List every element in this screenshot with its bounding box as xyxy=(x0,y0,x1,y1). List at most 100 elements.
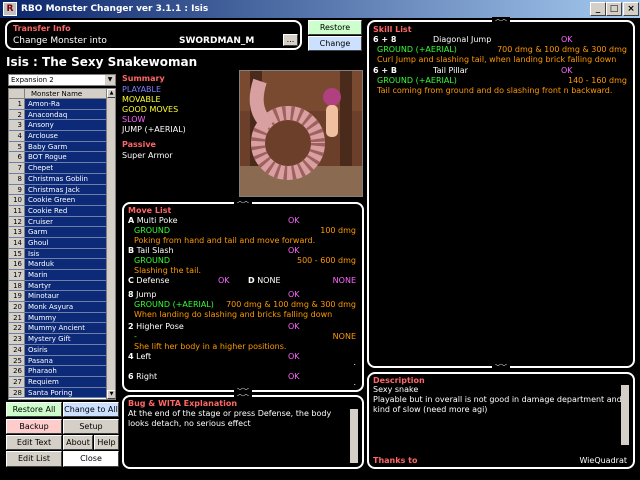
list-item[interactable]: 5 Baby Garm xyxy=(9,141,107,153)
move-type: GROUND (+AERIAL) xyxy=(134,300,214,309)
list-item[interactable]: 26 Pharaoh xyxy=(9,366,107,377)
bug-panel: ︿︿ Bug & WITA Explanation At the end of … xyxy=(122,392,364,469)
list-item-number: 3 xyxy=(9,120,25,131)
skill-desc: Tail coming from ground and do slashing … xyxy=(377,86,613,95)
list-item[interactable]: 14 Ghoul xyxy=(9,237,107,249)
move-desc: She lift her body in a higher positions. xyxy=(134,342,287,351)
list-item-name: Chepet xyxy=(25,163,107,173)
backup-button[interactable]: Backup xyxy=(6,419,62,434)
list-item-number: 21 xyxy=(9,312,25,323)
move-list-panel: ︿︿ Move List A Multi Poke OK GROUND 100 … xyxy=(122,199,364,395)
edit-text-button[interactable]: Edit Text xyxy=(6,435,62,450)
restore-button[interactable]: Restore xyxy=(308,20,362,35)
list-item-number: 16 xyxy=(9,259,25,269)
list-item[interactable]: 16 Marduk xyxy=(9,259,107,270)
list-item[interactable]: 15 Isis xyxy=(9,248,107,260)
list-item[interactable]: 21 Mummy xyxy=(9,312,107,324)
edit-list-button[interactable]: Edit List xyxy=(6,451,62,467)
collapse-down-icon[interactable]: ﹀﹀ xyxy=(492,365,510,371)
column-monster-name[interactable]: Monster Name xyxy=(25,89,115,98)
move-key: A xyxy=(128,216,135,225)
scroll-down-icon[interactable]: ▼ xyxy=(107,390,115,399)
list-item[interactable]: 23 Mystery Gift xyxy=(9,334,107,345)
list-item[interactable]: 3 Ansony xyxy=(9,120,107,132)
list-item[interactable]: 22 Mummy Ancient xyxy=(9,323,107,335)
chevron-down-icon[interactable]: ▼ xyxy=(105,75,115,85)
move-ok: OK xyxy=(288,372,300,381)
skill-ok: OK xyxy=(561,35,573,44)
list-item[interactable]: 24 Osiris xyxy=(9,344,107,356)
list-header: Monster Name xyxy=(9,89,115,99)
list-item[interactable]: 18 Martyr xyxy=(9,280,107,292)
list-item-number: 25 xyxy=(9,355,25,366)
list-item[interactable]: 10 Cookie Green xyxy=(9,195,107,206)
list-item-name: Mystery Gift xyxy=(25,334,107,344)
change-button[interactable]: Change xyxy=(308,36,362,51)
collapse-up-icon[interactable]: ︿︿ xyxy=(234,392,252,398)
list-item-number: 9 xyxy=(9,184,25,195)
list-item-name: Requiem xyxy=(25,376,107,387)
move-name: Left xyxy=(136,352,152,361)
description-panel: Description Sexy snake Playable but in o… xyxy=(367,372,635,469)
list-item[interactable]: 6 BOT Rogue xyxy=(9,152,107,164)
list-item-number: 22 xyxy=(9,323,25,334)
move-none: NONE xyxy=(332,276,356,285)
list-item[interactable]: 1 Amon-Ra xyxy=(9,99,107,110)
move-name: Jump xyxy=(136,290,157,299)
list-item-number: 6 xyxy=(9,152,25,163)
change-to-all-button[interactable]: Change to All xyxy=(63,402,119,417)
list-item[interactable]: 13 Garm xyxy=(9,227,107,238)
summary-item: MOVABLE xyxy=(122,95,161,104)
list-item-number: 20 xyxy=(9,302,25,312)
list-item-number: 13 xyxy=(9,227,25,237)
move-row: B Tail Slash xyxy=(128,246,174,255)
list-item-name: Marduk xyxy=(25,259,107,269)
list-item[interactable]: 12 Cruiser xyxy=(9,216,107,228)
close-window-button[interactable]: × xyxy=(623,2,639,16)
setup-button[interactable]: Setup xyxy=(63,419,119,434)
list-item[interactable]: 19 Minotaur xyxy=(9,291,107,303)
skill-name: Tail Pillar xyxy=(433,66,468,75)
list-item[interactable]: 7 Chepet xyxy=(9,163,107,174)
list-item[interactable]: 2 Anacondaq xyxy=(9,109,107,121)
help-button[interactable]: Help xyxy=(94,435,119,450)
list-item[interactable]: 4 Arclouse xyxy=(9,131,107,142)
browse-button[interactable]: ... xyxy=(283,34,298,46)
collapse-up-icon[interactable]: ︿︿ xyxy=(234,199,252,205)
list-item[interactable]: 27 Requiem xyxy=(9,376,107,388)
close-button[interactable]: Close xyxy=(63,451,119,467)
bug-scrollbar[interactable] xyxy=(350,409,358,463)
thanks-title: Thanks to xyxy=(373,456,418,465)
collapse-up-icon[interactable]: ︿︿ xyxy=(492,17,510,23)
list-item[interactable]: 20 Monk Asyura xyxy=(9,302,107,313)
maximize-button[interactable]: □ xyxy=(606,2,622,16)
about-button[interactable]: About xyxy=(63,435,93,450)
move-name: Right xyxy=(136,372,158,381)
minimize-button[interactable]: _ xyxy=(590,2,606,16)
skill-name: Diagonal Jump xyxy=(433,35,492,44)
list-item[interactable]: 25 Pasana xyxy=(9,355,107,367)
description-title: Description xyxy=(373,376,425,385)
scroll-up-icon[interactable]: ▲ xyxy=(107,89,115,98)
list-item[interactable]: 17 Marin xyxy=(9,270,107,281)
monster-illustration xyxy=(240,71,362,196)
restore-all-job-button[interactable]: Restore All Job xyxy=(6,402,62,427)
list-item-name: BOT Rogue xyxy=(25,152,107,163)
list-item[interactable]: 11 Cookie Red xyxy=(9,205,107,217)
expansion-select[interactable]: Expansion 2 ▼ xyxy=(8,74,116,86)
list-item-number: 26 xyxy=(9,366,25,376)
list-item[interactable]: 9 Christmas Jack xyxy=(9,184,107,196)
list-item[interactable]: 8 Christmas Goblin xyxy=(9,173,107,185)
transfer-target-field[interactable]: SWORDMAN_M xyxy=(179,36,254,46)
transfer-label: Change Monster into xyxy=(13,36,107,46)
list-item-name: Pasana xyxy=(25,355,107,366)
monster-image xyxy=(239,70,363,197)
list-scrollbar[interactable]: ▲ ▼ xyxy=(106,89,115,399)
move-row: A Multi Poke xyxy=(128,216,178,225)
move-dmg: 100 dmg xyxy=(320,226,356,235)
list-item-number: 1 xyxy=(9,99,25,109)
list-item-number: 8 xyxy=(9,173,25,184)
monster-list[interactable]: Monster Name 1 Amon-Ra 2 Anacondaq 3 Ansony 4 A… xyxy=(8,88,116,400)
list-item[interactable]: 28 Santa Poring xyxy=(9,387,107,399)
description-scrollbar[interactable] xyxy=(621,385,629,445)
